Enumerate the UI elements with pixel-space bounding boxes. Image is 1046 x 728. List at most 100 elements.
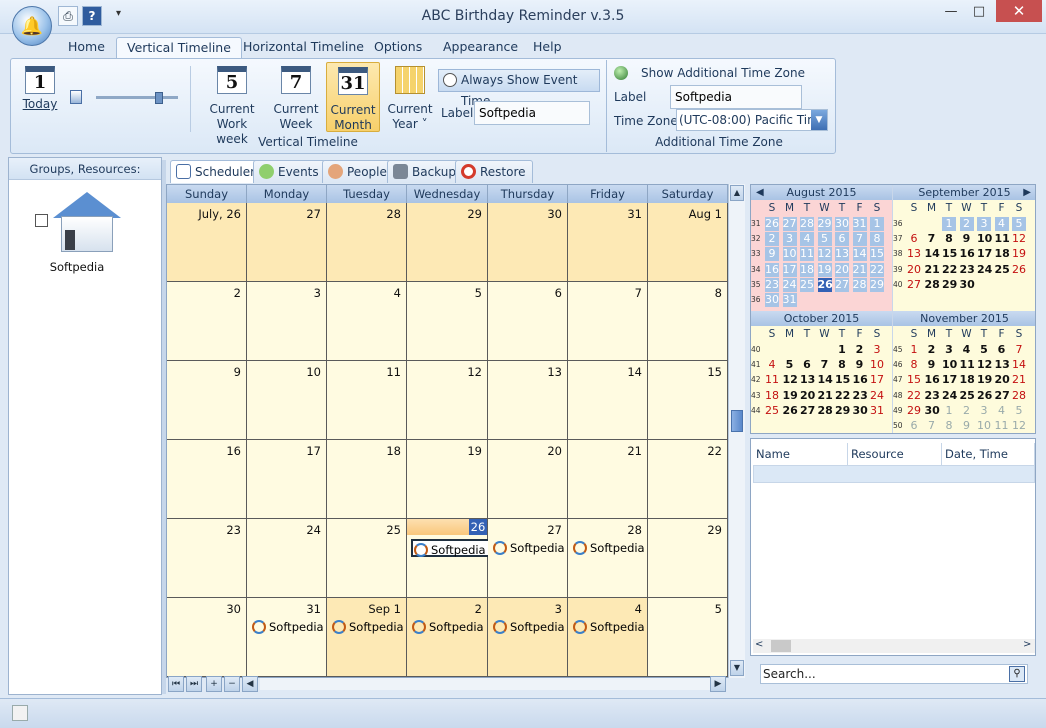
list-scroll-right-icon[interactable]: > bbox=[1023, 639, 1031, 650]
day-cell[interactable]: 14 bbox=[568, 361, 648, 440]
mini-day[interactable]: 2 bbox=[960, 404, 974, 418]
day-cell[interactable]: 29 bbox=[407, 203, 488, 282]
tab-vertical-timeline[interactable]: Vertical Timeline bbox=[116, 37, 242, 59]
mini-day[interactable]: 2 bbox=[959, 217, 974, 231]
mini-day[interactable]: 11 bbox=[765, 373, 779, 387]
day-cell[interactable]: 28 Softpedia bbox=[568, 519, 648, 598]
tab-horizontal-timeline[interactable]: Horizontal Timeline bbox=[233, 37, 374, 59]
mini-day[interactable]: 3 bbox=[977, 217, 991, 231]
mini-day[interactable]: 10 bbox=[942, 358, 957, 372]
mini-day[interactable]: 3 bbox=[870, 343, 884, 357]
mini-day[interactable]: 2 bbox=[853, 343, 867, 357]
mini-day[interactable]: 7 bbox=[852, 232, 867, 247]
day-cell[interactable]: 11 bbox=[327, 361, 407, 440]
mini-day[interactable]: 12 bbox=[817, 247, 832, 262]
mini-day[interactable]: 8 bbox=[907, 358, 921, 372]
current-month-button[interactable]: 31 Current Month bbox=[326, 62, 380, 132]
mini-day[interactable]: 12 bbox=[977, 358, 992, 372]
day-cell[interactable]: 22 bbox=[648, 440, 728, 519]
day-cell[interactable]: 23 bbox=[167, 519, 247, 598]
mini-day[interactable]: 4 bbox=[765, 358, 779, 372]
mini-day[interactable]: 25 bbox=[800, 277, 814, 292]
mini-day[interactable]: 18 bbox=[960, 373, 975, 387]
mini-day[interactable]: 1 bbox=[942, 404, 956, 418]
mini-day[interactable]: 26 bbox=[765, 217, 779, 231]
add-icon[interactable]: + bbox=[206, 676, 222, 692]
mini-day[interactable]: 4 bbox=[995, 404, 1009, 418]
maximize-button[interactable]: □ bbox=[964, 0, 994, 22]
last-icon[interactable]: ⏭ bbox=[186, 676, 202, 692]
day-cell[interactable]: 6 bbox=[488, 282, 568, 361]
mini-day[interactable]: 28 bbox=[818, 404, 833, 418]
tab-scheduler[interactable]: Scheduler bbox=[170, 160, 263, 183]
mini-day[interactable]: 12 bbox=[1012, 419, 1026, 433]
mini-day[interactable]: 31 bbox=[870, 404, 884, 418]
day-cell[interactable]: 19 bbox=[407, 440, 488, 519]
time-zone-select[interactable]: (UTC-08:00) Pacific Time ▼ bbox=[676, 109, 828, 131]
mini-day[interactable]: 10 bbox=[977, 419, 991, 433]
mini-day[interactable]: 1 bbox=[907, 343, 921, 357]
mini-day[interactable]: 29 bbox=[835, 404, 850, 418]
day-cell[interactable]: 20 bbox=[488, 440, 568, 519]
day-cell[interactable]: 26 Softpedia bbox=[407, 519, 492, 598]
event-item[interactable]: Softpedia bbox=[331, 618, 404, 636]
mini-day[interactable]: 14 bbox=[1012, 358, 1026, 372]
chevron-down-icon[interactable]: ▼ bbox=[811, 110, 827, 130]
mini-day[interactable]: 23 bbox=[765, 277, 779, 292]
event-item[interactable]: Softpedia bbox=[572, 618, 645, 636]
day-cell[interactable]: Sep 1 Softpedia bbox=[327, 598, 407, 677]
today-button[interactable]: 1 Today bbox=[20, 66, 60, 112]
day-cell[interactable]: 24 bbox=[247, 519, 327, 598]
day-cell[interactable]: 4 bbox=[327, 282, 407, 361]
calendar-vertical-scrollbar[interactable]: ▲ ▼ bbox=[728, 184, 745, 678]
search-input[interactable]: Search... ⚲ bbox=[760, 664, 1028, 684]
mini-day[interactable]: 19 bbox=[1012, 247, 1026, 261]
resource-checkbox[interactable] bbox=[35, 214, 48, 227]
mini-day[interactable]: 11 bbox=[995, 232, 1010, 246]
mini-day[interactable]: 18 bbox=[800, 262, 814, 277]
event-item[interactable]: Softpedia bbox=[251, 618, 324, 636]
day-cell[interactable]: 3 Softpedia bbox=[488, 598, 568, 677]
mini-day[interactable]: 9 bbox=[960, 232, 974, 246]
tab-home[interactable]: Home bbox=[58, 37, 115, 59]
mini-day[interactable]: 14 bbox=[925, 247, 940, 261]
day-cell[interactable]: 29 bbox=[648, 519, 728, 598]
mini-day[interactable]: 16 bbox=[765, 262, 779, 277]
mini-day[interactable]: 1 bbox=[835, 343, 849, 357]
mini-day[interactable]: 9 bbox=[960, 419, 974, 433]
mini-day[interactable]: 25 bbox=[995, 263, 1010, 277]
prev-month-icon[interactable]: ◀ bbox=[756, 185, 764, 200]
tab-restore[interactable]: Restore bbox=[455, 160, 533, 183]
scroll-down-icon[interactable]: ▼ bbox=[730, 660, 744, 676]
mini-day[interactable]: 22 bbox=[870, 262, 884, 277]
mini-day[interactable]: 21 bbox=[818, 389, 833, 403]
mini-day[interactable]: 5 bbox=[1012, 404, 1026, 418]
mini-day[interactable]: 6 bbox=[907, 232, 921, 246]
mini-day[interactable]: 5 bbox=[1012, 217, 1026, 231]
tab-people[interactable]: People bbox=[322, 160, 394, 183]
mini-day[interactable]: 2 bbox=[925, 343, 939, 357]
day-cell[interactable]: 7 bbox=[568, 282, 648, 361]
list-scroll-thumb[interactable] bbox=[771, 640, 791, 652]
app-menu-bell-icon[interactable]: 🔔 bbox=[12, 6, 52, 46]
mini-day[interactable]: 30 bbox=[925, 404, 940, 418]
day-cell[interactable]: 3 bbox=[247, 282, 327, 361]
mini-day[interactable]: 11 bbox=[800, 247, 814, 262]
mini-day[interactable]: 22 bbox=[835, 389, 850, 403]
day-cell[interactable]: 31 bbox=[568, 203, 648, 282]
mini-day[interactable]: 28 bbox=[925, 278, 940, 292]
mini-day[interactable]: 8 bbox=[942, 232, 956, 246]
mini-day[interactable]: 26 bbox=[1012, 263, 1026, 277]
day-cell[interactable]: 5 bbox=[648, 598, 728, 677]
mini-day[interactable]: 8 bbox=[870, 232, 884, 247]
mini-day[interactable]: 5 bbox=[783, 358, 797, 372]
mini-day[interactable]: 27 bbox=[800, 404, 815, 418]
mini-day[interactable]: 2 bbox=[765, 232, 779, 247]
mini-day[interactable]: 14 bbox=[818, 373, 833, 387]
mini-day[interactable]: 8 bbox=[835, 358, 849, 372]
day-cell[interactable]: 10 bbox=[247, 361, 327, 440]
day-cell[interactable]: 15 bbox=[648, 361, 728, 440]
binoculars-icon[interactable]: ⚲ bbox=[1009, 666, 1025, 682]
mini-day[interactable]: 3 bbox=[782, 232, 797, 247]
mini-day[interactable]: 22 bbox=[907, 389, 921, 403]
